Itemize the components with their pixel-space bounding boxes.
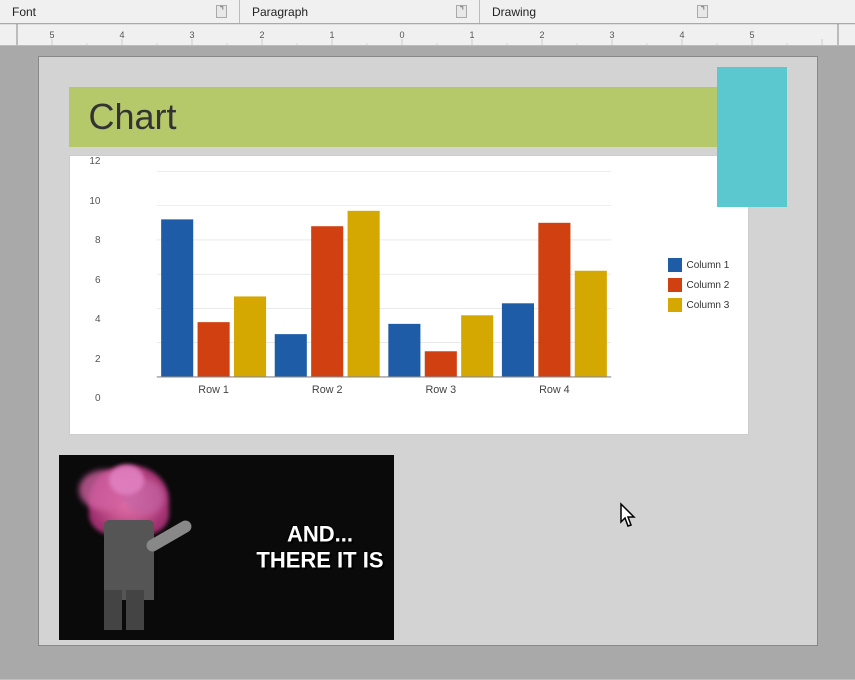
toolbar: Font ⌝ Paragraph ⌝ Drawing ⌝ [0,0,855,24]
image-box: AND... THERE IT IS [59,455,394,640]
svg-text:2: 2 [259,30,264,40]
svg-text:4: 4 [679,30,684,40]
paragraph-expand[interactable]: ⌝ [456,5,467,18]
legend-color-col1 [668,258,682,272]
legend-label-col3: Column 3 [687,300,730,311]
y-label-10: 10 [89,196,100,207]
legend-color-col3 [668,298,682,312]
svg-text:5: 5 [49,30,54,40]
ruler: 5 4 3 2 1 0 1 2 3 4 5 [0,24,855,46]
chart-container: 12 10 8 6 4 2 0 Row 1 Row 2 Row 3 Row 4 Col… [69,155,749,435]
ruler-svg: 5 4 3 2 1 0 1 2 3 4 5 [0,24,855,46]
page: Chart 12 10 8 6 4 2 0 Row 1Row 2Row 3Row… [38,56,818,646]
y-label-12: 12 [89,156,100,167]
meme-line2: THERE IT IS [256,548,383,574]
drawing-expand[interactable]: ⌝ [697,5,708,18]
figure-leg-right [126,590,144,630]
font-expand[interactable]: ⌝ [216,5,227,18]
chart-inner: Row 1 Row 2 Row 3 Row 4 [110,166,658,404]
chart-title-box: Chart [69,87,749,147]
legend-label-col1: Column 1 [687,260,730,271]
figure-leg-left [104,590,122,630]
svg-text:Row 4: Row 4 [539,384,570,396]
y-label-8: 8 [95,235,101,246]
drawing-section: Drawing ⌝ [480,0,720,23]
svg-text:1: 1 [469,30,474,40]
svg-text:0: 0 [399,30,404,40]
chart-title: Chart [89,96,177,138]
svg-text:5: 5 [749,30,754,40]
svg-text:Row 1: Row 1 [198,384,229,396]
font-section: Font ⌝ [0,0,240,23]
y-label-0: 0 [95,393,101,404]
y-axis: 12 10 8 6 4 2 0 [70,156,105,404]
figure [69,465,229,630]
y-label-4: 4 [95,314,101,325]
svg-text:Row 2: Row 2 [311,384,342,396]
drawing-label: Drawing [492,5,536,19]
legend-col3: Column 3 [668,298,738,312]
paragraph-section: Paragraph ⌝ [240,0,480,23]
cyan-rectangle-top [717,67,787,147]
svg-text:2: 2 [539,30,544,40]
document-area: Chart 12 10 8 6 4 2 0 Row 1Row 2Row 3Row… [0,46,855,679]
meme-image: AND... THERE IT IS [59,455,394,640]
svg-text:Row 3: Row 3 [425,384,456,396]
meme-text: AND... THERE IT IS [256,521,383,574]
legend-label-col2: Column 2 [687,280,730,291]
figure-body [104,520,154,600]
legend-col2: Column 2 [668,278,738,292]
legend-color-col2 [668,278,682,292]
meme-line1: AND... [256,521,383,547]
paragraph-label: Paragraph [252,5,308,19]
svg-text:3: 3 [609,30,614,40]
y-label-2: 2 [95,354,101,365]
legend-col1: Column 1 [668,258,738,272]
cyan-rectangle-lower [717,147,787,207]
font-label: Font [12,5,36,19]
svg-text:3: 3 [189,30,194,40]
mouse-cursor [619,502,641,528]
chart-svg: Row 1 Row 2 Row 3 Row 4 [110,166,658,404]
y-label-6: 6 [95,275,101,286]
svg-text:1: 1 [329,30,334,40]
pink-blob-4 [109,465,144,495]
svg-text:4: 4 [119,30,124,40]
